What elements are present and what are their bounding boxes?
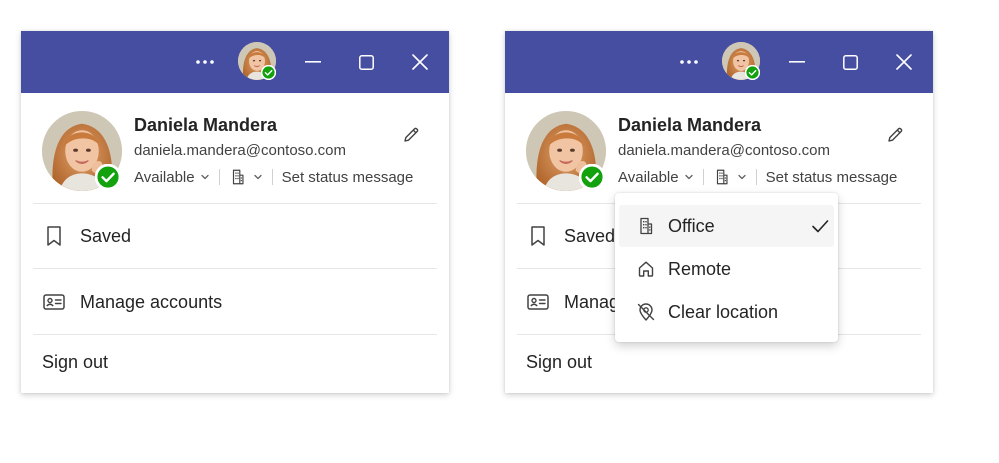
menu-item-label: Saved	[80, 225, 132, 246]
presence-selector[interactable]: Available	[134, 169, 210, 186]
pencil-icon	[888, 127, 903, 142]
maximize-button[interactable]	[354, 52, 378, 72]
chevron-down-icon	[253, 172, 263, 182]
close-icon	[412, 54, 428, 70]
divider	[271, 169, 273, 185]
profile-email: daniela.mandera@contoso.com	[618, 142, 831, 159]
profile-email: daniela.mandera@contoso.com	[134, 142, 347, 159]
edit-profile-button[interactable]	[885, 125, 907, 147]
divider	[702, 169, 704, 185]
avatar	[238, 42, 276, 80]
title-bar	[21, 31, 449, 93]
more-icon	[196, 60, 214, 64]
location-option-clear[interactable]: Clear location	[619, 291, 834, 333]
menu-item-label: Manage accounts	[80, 291, 223, 312]
status-row: Available Set status message	[618, 167, 897, 187]
divider	[33, 203, 437, 204]
divider	[33, 268, 437, 269]
menu-item-label: Saved	[564, 225, 616, 246]
location-option-remote[interactable]: Remote	[619, 248, 834, 290]
set-status-message-link[interactable]: Set status message	[766, 169, 898, 186]
more-options-button[interactable]	[193, 52, 217, 72]
minimize-icon	[789, 61, 805, 63]
location-option-label: Remote	[668, 259, 732, 279]
profile-name: Daniela Mandera	[134, 115, 278, 135]
title-bar	[505, 31, 933, 93]
chevron-down-icon	[684, 172, 694, 182]
building-icon	[635, 215, 657, 237]
divider	[755, 169, 757, 185]
minimize-button[interactable]	[301, 52, 325, 72]
location-option-label: Clear location	[668, 302, 779, 322]
menu-item-label: Manag	[564, 291, 620, 312]
account-panel-left: Daniela Mandera daniela.mandera@contoso.…	[21, 31, 449, 393]
building-icon	[229, 168, 247, 186]
location-off-icon	[635, 301, 657, 323]
divider	[33, 334, 437, 335]
edit-profile-button[interactable]	[401, 125, 423, 147]
menu-item-sign-out[interactable]: Sign out	[505, 340, 933, 384]
avatar-button[interactable]	[238, 42, 276, 80]
avatar	[526, 111, 606, 191]
menu-item-sign-out[interactable]: Sign out	[21, 340, 449, 384]
location-selector[interactable]	[229, 168, 263, 186]
menu-item-label: Sign out	[42, 351, 109, 372]
maximize-icon	[358, 54, 374, 70]
bookmark-icon	[42, 224, 66, 248]
chevron-down-icon	[737, 172, 747, 182]
presence-selector[interactable]: Available	[618, 169, 694, 186]
location-option-office[interactable]: Office	[619, 205, 834, 247]
more-icon	[680, 60, 698, 64]
profile-name: Daniela Mandera	[618, 115, 762, 135]
menu-item-saved[interactable]: Saved	[21, 214, 449, 258]
more-options-button[interactable]	[677, 52, 701, 72]
avatar-button[interactable]	[722, 42, 760, 80]
close-button[interactable]	[408, 52, 432, 72]
minimize-button[interactable]	[785, 52, 809, 72]
minimize-icon	[305, 61, 321, 63]
maximize-icon	[842, 54, 858, 70]
bookmark-icon	[526, 224, 550, 248]
set-status-message-link[interactable]: Set status message	[282, 169, 414, 186]
contact-card-icon	[526, 290, 550, 314]
home-icon	[635, 258, 657, 280]
divider	[218, 169, 220, 185]
menu-item-label: Sign out	[526, 351, 593, 372]
profile-photo	[42, 111, 122, 191]
chevron-down-icon	[200, 172, 210, 182]
menu-item-manage-accounts[interactable]: Manage accounts	[21, 280, 449, 324]
contact-card-icon	[42, 290, 66, 314]
location-option-label: Office	[668, 216, 715, 236]
avatar	[42, 111, 122, 191]
status-row: Available Set status message	[134, 167, 413, 187]
presence-label: Available	[134, 168, 195, 186]
close-button[interactable]	[892, 52, 916, 72]
location-selector[interactable]	[713, 168, 747, 186]
presence-label: Available	[618, 168, 679, 186]
maximize-button[interactable]	[838, 52, 862, 72]
building-icon	[713, 168, 731, 186]
close-icon	[896, 54, 912, 70]
location-dropdown: Office Remote Clear location	[615, 193, 838, 342]
profile-photo	[526, 111, 606, 191]
pencil-icon	[404, 127, 419, 142]
checkmark-icon	[812, 220, 829, 233]
avatar	[722, 42, 760, 80]
